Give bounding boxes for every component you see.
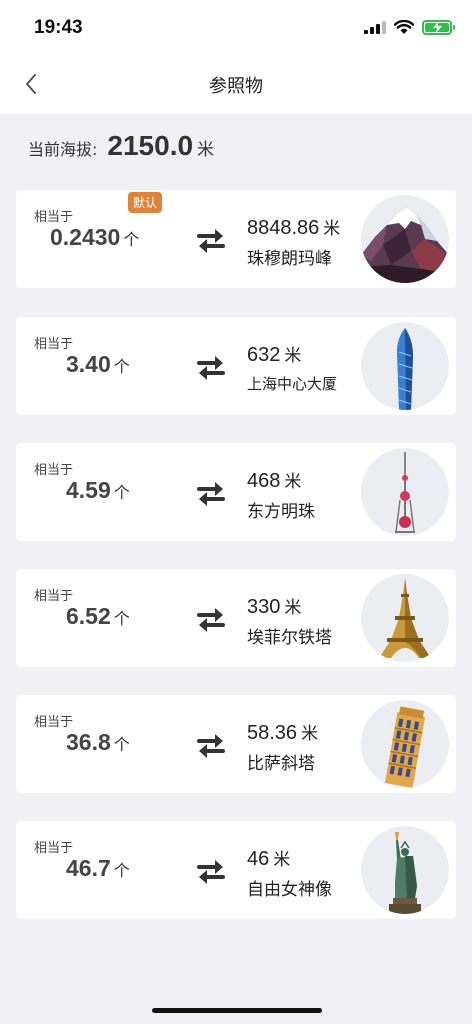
reference-card-statue-of-liberty[interactable]: 相当于 46.7 个 46 米 自由女神像 [16, 821, 456, 919]
height-unit: 米 [284, 346, 302, 366]
count-value: 4.59 [66, 477, 111, 503]
count-unit: 个 [113, 483, 130, 502]
count-value: 36.8 [66, 729, 111, 755]
height-value: 58.36 [247, 722, 298, 744]
count-unit: 个 [113, 357, 130, 376]
signal-icon [364, 21, 386, 34]
count-unit: 个 [123, 230, 140, 249]
height-unit: 米 [301, 724, 319, 744]
current-altitude: 当前海拔: 2150.0 米 [28, 130, 214, 162]
count: 6.52 个 [66, 603, 130, 630]
swap-arrows-icon [197, 229, 225, 253]
reference-card-oriental-pearl[interactable]: 相当于 4.59 个 468 米 东方明珠 [16, 443, 456, 541]
count-value: 46.7 [66, 855, 111, 881]
reference-name: 上海中心大厦 [247, 375, 338, 393]
count: 46.7 个 [66, 855, 130, 882]
height-value: 46 [247, 848, 270, 870]
reference-height: 8848.86 米 [247, 214, 340, 240]
reference-name: 东方明珠 [247, 502, 315, 522]
equivalent-label: 相当于 [34, 715, 74, 730]
height-value: 330 [247, 596, 281, 618]
altitude-unit: 米 [197, 140, 215, 160]
count: 0.2430 个 [50, 224, 139, 251]
statue-of-liberty-icon [361, 826, 449, 914]
reference-height: 46 米 [247, 845, 290, 871]
status-time: 19:43 [34, 17, 83, 38]
skyscraper-icon [361, 322, 449, 410]
nav-bar: 参照物 [0, 58, 472, 114]
status-bar: 19:43 [0, 0, 472, 58]
swap-arrows-icon [197, 482, 225, 506]
mountain-icon [361, 195, 449, 283]
count-value: 6.52 [66, 603, 111, 629]
equivalent-label: 相当于 [34, 210, 74, 225]
reference-card-leaning-tower[interactable]: 相当于 36.8 个 58.36 米 比萨斜塔 [16, 695, 456, 793]
height-value: 468 [247, 470, 281, 492]
reference-name: 埃菲尔铁塔 [247, 628, 332, 648]
reference-name: 比萨斜塔 [247, 754, 315, 774]
count-value: 0.2430 [50, 224, 121, 250]
count-unit: 个 [113, 861, 130, 880]
equivalent-label: 相当于 [34, 589, 74, 604]
reference-card-everest[interactable]: 相当于 默认 0.2430 个 8848.86 米 珠穆朗玛峰 [16, 190, 456, 288]
swap-arrows-icon [197, 734, 225, 758]
tv-tower-icon [361, 448, 449, 536]
count-unit: 个 [113, 735, 130, 754]
count: 3.40 个 [66, 351, 130, 378]
reference-height: 58.36 米 [247, 719, 318, 745]
equivalent-label: 相当于 [34, 841, 74, 856]
swap-arrows-icon [197, 356, 225, 380]
status-icons [364, 20, 455, 35]
reference-name: 自由女神像 [247, 880, 332, 900]
reference-height: 330 米 [247, 593, 301, 619]
equivalent-label: 相当于 [34, 337, 74, 352]
page-title: 参照物 [209, 76, 263, 97]
reference-card-eiffel-tower[interactable]: 相当于 6.52 个 330 米 埃菲尔铁塔 [16, 569, 456, 667]
reference-card-shanghai-tower[interactable]: 相当于 3.40 个 632 米 上海中心大厦 [16, 317, 456, 415]
altitude-label: 当前海拔: [28, 140, 98, 159]
height-value: 632 [247, 344, 281, 366]
equivalent-label: 相当于 [34, 463, 74, 478]
count-value: 3.40 [66, 351, 111, 377]
default-badge: 默认 [128, 192, 163, 213]
swap-arrows-icon [197, 608, 225, 632]
height-value: 8848.86 [247, 217, 320, 239]
reference-name: 珠穆朗玛峰 [247, 249, 332, 269]
wifi-icon [394, 20, 414, 34]
height-unit: 米 [323, 219, 341, 239]
eiffel-tower-icon [361, 574, 449, 662]
swap-arrows-icon [197, 860, 225, 884]
battery-icon [422, 20, 455, 35]
height-unit: 米 [284, 598, 302, 618]
altitude-value: 2150.0 [107, 130, 194, 161]
count: 4.59 个 [66, 477, 130, 504]
home-indicator [152, 1008, 322, 1013]
count-unit: 个 [113, 609, 130, 628]
height-unit: 米 [273, 850, 291, 870]
count: 36.8 个 [66, 729, 130, 756]
height-unit: 米 [284, 472, 302, 492]
leaning-tower-icon [361, 700, 449, 788]
reference-height: 468 米 [247, 467, 301, 493]
reference-height: 632 米 [247, 341, 301, 367]
